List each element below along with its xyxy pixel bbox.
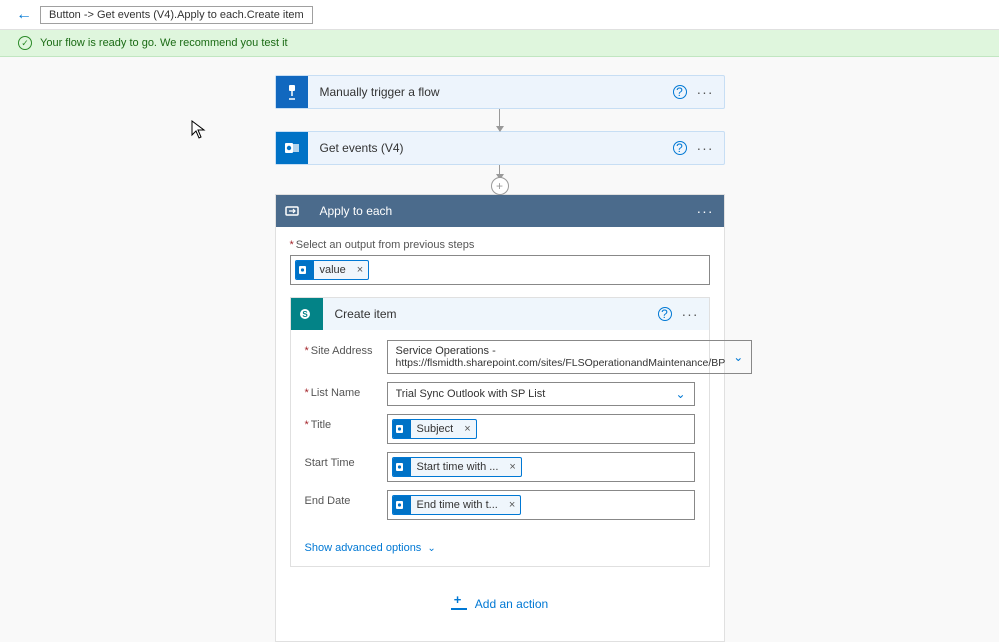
start-time-label: Start Time — [305, 452, 377, 469]
chevron-down-icon: ⌄ — [427, 543, 435, 554]
remove-token-icon[interactable]: × — [504, 461, 520, 473]
connector-arrow — [499, 109, 500, 131]
add-action-icon — [451, 598, 467, 610]
outlook-icon — [276, 132, 308, 164]
end-date-input[interactable]: End time with t... × — [387, 490, 695, 520]
create-item-title: Create item — [323, 307, 409, 321]
get-events-step[interactable]: Get events (V4) ? ··· — [275, 131, 725, 165]
apply-to-each-card: Apply to each ··· *Select an output from… — [275, 194, 725, 642]
svg-text:S: S — [302, 310, 308, 319]
flow-canvas: Manually trigger a flow ? ··· Get events… — [0, 57, 999, 642]
apply-to-each-title: Apply to each — [308, 204, 405, 218]
remove-token-icon[interactable]: × — [352, 264, 368, 276]
success-message: Your flow is ready to go. We recommend y… — [40, 37, 288, 49]
output-token-input[interactable]: value × — [290, 255, 710, 285]
header-bar: ← Button -> Get events (V4).Apply to eac… — [0, 0, 999, 30]
chevron-down-icon: ⌄ — [675, 387, 685, 401]
help-icon[interactable]: ? — [673, 141, 687, 155]
end-date-label: End Date — [305, 490, 377, 507]
trigger-step[interactable]: Manually trigger a flow ? ··· — [275, 75, 725, 109]
remove-token-icon[interactable]: × — [504, 499, 520, 511]
success-banner: ✓ Your flow is ready to go. We recommend… — [0, 30, 999, 57]
site-address-combo[interactable]: Service Operations - https://flsmidth.sh… — [387, 340, 753, 374]
end-time-token[interactable]: End time with t... × — [392, 495, 522, 515]
outlook-token-icon — [393, 420, 411, 438]
add-action-button[interactable]: Add an action — [290, 567, 710, 625]
create-item-form: *Site Address Service Operations - https… — [291, 330, 709, 534]
apply-to-each-header[interactable]: Apply to each ··· — [276, 195, 724, 227]
breadcrumb[interactable]: Button -> Get events (V4).Apply to each.… — [40, 6, 313, 24]
apply-to-each-body: *Select an output from previous steps va… — [276, 227, 724, 641]
outlook-token-icon — [296, 261, 314, 279]
start-time-token[interactable]: Start time with ... × — [392, 457, 522, 477]
outlook-token-icon — [393, 458, 411, 476]
loop-icon — [276, 195, 308, 227]
list-name-combo[interactable]: Trial Sync Outlook with SP List ⌄ — [387, 382, 695, 406]
back-arrow-icon[interactable]: ← — [8, 6, 40, 24]
create-item-card: S Create item ? ··· *Site Address — [290, 297, 710, 567]
menu-dots-icon[interactable]: ··· — [697, 203, 714, 219]
site-address-label: *Site Address — [305, 340, 377, 357]
get-events-title: Get events (V4) — [308, 141, 673, 155]
subject-token[interactable]: Subject × — [392, 419, 477, 439]
menu-dots-icon[interactable]: ··· — [697, 84, 714, 100]
remove-token-icon[interactable]: × — [459, 423, 475, 435]
check-circle-icon: ✓ — [18, 36, 32, 50]
menu-dots-icon[interactable]: ··· — [697, 140, 714, 156]
outlook-token-icon — [393, 496, 411, 514]
trigger-icon — [276, 76, 308, 108]
start-time-input[interactable]: Start time with ... × — [387, 452, 695, 482]
value-token[interactable]: value × — [295, 260, 370, 280]
list-name-label: *List Name — [305, 382, 377, 399]
help-icon[interactable]: ? — [673, 85, 687, 99]
chevron-down-icon: ⌄ — [733, 350, 743, 364]
title-label: *Title — [305, 414, 377, 431]
sharepoint-icon: S — [291, 298, 323, 330]
menu-dots-icon[interactable]: ··· — [682, 306, 699, 322]
create-item-header[interactable]: S Create item ? ··· — [291, 298, 709, 330]
show-advanced-options[interactable]: Show advanced options ⌄ — [291, 534, 709, 566]
trigger-title: Manually trigger a flow — [308, 85, 673, 99]
help-icon[interactable]: ? — [658, 307, 672, 321]
add-step-icon[interactable]: + — [491, 177, 509, 195]
output-field-label: *Select an output from previous steps — [290, 239, 710, 251]
title-input[interactable]: Subject × — [387, 414, 695, 444]
